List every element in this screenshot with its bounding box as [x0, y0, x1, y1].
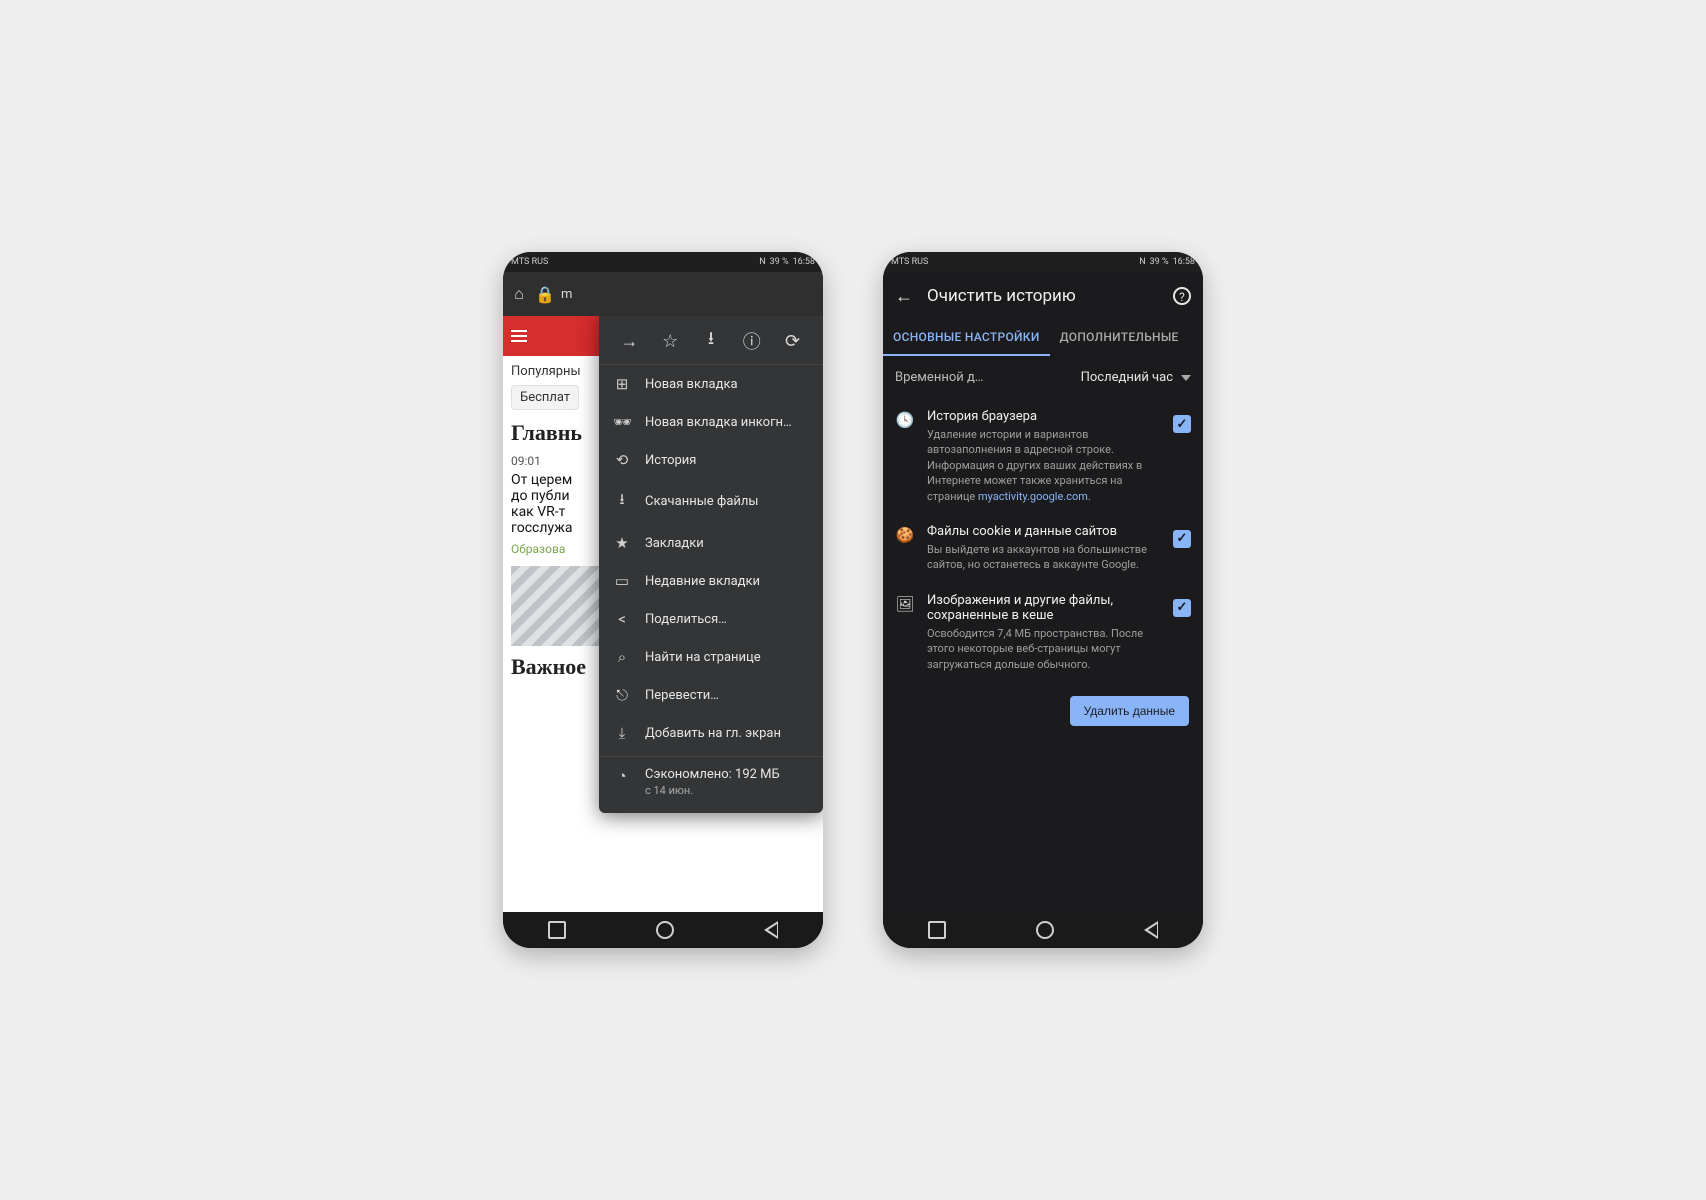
data-saver-icon: ◔	[613, 767, 631, 785]
menu-item-share[interactable]: < Поделиться…	[599, 600, 823, 638]
option-title: Файлы cookie и данные сайтов	[927, 524, 1161, 539]
nav-recent-icon[interactable]	[548, 921, 566, 939]
checkbox[interactable]	[1173, 415, 1191, 433]
clock-icon: 🕓	[895, 411, 915, 429]
screen-left: ⌂ 🔒 m Популярны Бесплат Главнь 09:01	[503, 272, 823, 912]
menu-item-incognito[interactable]: 🕶 Новая вкладка инкогн…	[599, 403, 823, 441]
star-icon[interactable]: ☆	[660, 331, 680, 352]
option-cache[interactable]: 🖼 Изображения и другие файлы, сохраненны…	[883, 583, 1203, 682]
home-icon[interactable]: ⌂	[509, 284, 529, 304]
phone-left: MTS RUS N 39 % 16:58 ⌂ 🔒 m	[503, 252, 823, 948]
time-range-text: Последний час	[1081, 370, 1173, 385]
find-icon: ⌕	[613, 648, 631, 666]
menu-item-history[interactable]: ⟲ История	[599, 441, 823, 479]
plus-box-icon: ⊞	[613, 375, 631, 393]
download-icon[interactable]: ⭳	[701, 326, 721, 356]
star-filled-icon: ★	[613, 534, 631, 552]
share-icon: <	[613, 610, 631, 628]
nav-home-icon[interactable]	[1036, 921, 1054, 939]
cookie-icon: 🍪	[895, 526, 915, 544]
tab-bar: ОСНОВНЫЕ НАСТРОЙКИ ДОПОЛНИТЕЛЬНЫЕ	[883, 320, 1203, 356]
download-icon: ⭳	[613, 489, 631, 514]
menu-item-bookmarks[interactable]: ★ Закладки	[599, 524, 823, 562]
checkbox[interactable]	[1173, 530, 1191, 548]
tab-advanced[interactable]: ДОПОЛНИТЕЛЬНЫЕ	[1050, 320, 1189, 356]
menu-label: Новая вкладка инкогн…	[645, 415, 792, 430]
menu-label: Перевести…	[645, 688, 719, 703]
menu-label: Поделиться…	[645, 612, 727, 627]
option-desc: Удаление истории и вариантов автозаполне…	[927, 427, 1161, 504]
menu-label: История	[645, 453, 696, 468]
nav-bar	[883, 912, 1203, 948]
delete-data-button[interactable]: Удалить данные	[1070, 696, 1189, 726]
phone-right: MTS RUS N 39 % 16:58 ← Очистить историю …	[883, 252, 1203, 948]
menu-item-downloads[interactable]: ⭳ Скачанные файлы	[599, 479, 823, 524]
nav-back-icon[interactable]	[1144, 921, 1158, 939]
option-title: История браузера	[927, 409, 1161, 424]
incognito-icon: 🕶	[613, 413, 631, 431]
devices-icon: ▭	[613, 572, 631, 590]
nfc-icon: N	[1139, 257, 1145, 267]
add-home-icon: ⤓	[613, 724, 631, 742]
nav-home-icon[interactable]	[656, 921, 674, 939]
clock-label: 16:58	[1173, 257, 1195, 267]
menu-item-add-homescreen[interactable]: ⤓ Добавить на гл. экран	[599, 714, 823, 752]
checkbox[interactable]	[1173, 599, 1191, 617]
option-desc: Освободится 7,4 МБ пространства. После э…	[927, 626, 1161, 672]
menu-item-new-tab[interactable]: ⊞ Новая вкладка	[599, 365, 823, 403]
status-bar: MTS RUS N 39 % 16:58	[503, 252, 823, 272]
data-saved-title: Сэкономлено: 192 МБ	[645, 767, 780, 782]
data-saved-sub: с 14 июн.	[645, 784, 693, 797]
menu-label: Скачанные файлы	[645, 494, 759, 509]
page-title: Очистить историю	[927, 286, 1159, 306]
menu-item-find[interactable]: ⌕ Найти на странице	[599, 638, 823, 676]
tab-basic[interactable]: ОСНОВНЫЕ НАСТРОЙКИ	[883, 320, 1050, 356]
history-icon: ⟲	[613, 451, 631, 469]
status-bar: MTS RUS N 39 % 16:58	[883, 252, 1203, 272]
nav-recent-icon[interactable]	[928, 921, 946, 939]
menu-label: Добавить на гл. экран	[645, 726, 781, 741]
carrier-label: MTS RUS	[891, 257, 928, 267]
forward-icon[interactable]: →	[619, 331, 639, 352]
help-icon[interactable]: ?	[1173, 287, 1191, 305]
menu-label: Закладки	[645, 536, 704, 551]
lock-icon: 🔒	[535, 285, 555, 304]
chip-item[interactable]: Бесплат	[511, 385, 579, 410]
time-range-label: Временной д…	[895, 370, 984, 385]
screen-right: ← Очистить историю ? ОСНОВНЫЕ НАСТРОЙКИ …	[883, 272, 1203, 912]
overflow-menu: → ☆ ⭳ ⓘ ⟳ ⊞ Новая вкладка 🕶 Новая вкладка …	[599, 312, 823, 813]
option-browser-history[interactable]: 🕓 История браузера Удаление истории и ва…	[883, 399, 1203, 514]
title-bar: ← Очистить историю ?	[883, 272, 1203, 320]
info-icon[interactable]: ⓘ	[742, 328, 762, 354]
menu-item-recent-tabs[interactable]: ▭ Недавние вкладки	[599, 562, 823, 600]
translate-icon: ⎋	[613, 686, 631, 704]
back-arrow-icon[interactable]: ←	[895, 286, 913, 307]
battery-label: 39 %	[770, 257, 789, 267]
option-cookies[interactable]: 🍪 Файлы cookie и данные сайтов Вы выйдет…	[883, 514, 1203, 583]
time-range-row[interactable]: Временной д… Последний час	[883, 356, 1203, 399]
reload-icon[interactable]: ⟳	[783, 331, 803, 352]
menu-label: Найти на странице	[645, 650, 761, 665]
option-title: Изображения и другие файлы, сохраненные …	[927, 593, 1161, 623]
menu-icon-row: → ☆ ⭳ ⓘ ⟳	[599, 318, 823, 365]
nav-back-icon[interactable]	[764, 921, 778, 939]
menu-label: Недавние вкладки	[645, 574, 760, 589]
url-fragment[interactable]: m	[561, 287, 572, 302]
image-icon: 🖼	[895, 595, 915, 613]
hamburger-icon[interactable]	[511, 330, 527, 342]
menu-item-data-saved[interactable]: ◔ Сэкономлено: 192 МБ с 14 июн.	[599, 756, 823, 807]
menu-label: Новая вкладка	[645, 377, 738, 392]
browser-toolbar: ⌂ 🔒 m	[503, 272, 823, 316]
chevron-down-icon	[1181, 375, 1191, 381]
battery-label: 39 %	[1150, 257, 1169, 267]
myactivity-link[interactable]: myactivity.google.com	[978, 490, 1088, 503]
chip-label: Популярны	[511, 364, 581, 379]
time-range-value[interactable]: Последний час	[1081, 370, 1191, 385]
nfc-icon: N	[759, 257, 765, 267]
menu-item-translate[interactable]: ⎋ Перевести…	[599, 676, 823, 714]
carrier-label: MTS RUS	[511, 257, 548, 267]
option-desc: Вы выйдете из аккаунтов на большинстве с…	[927, 542, 1161, 573]
nav-bar	[503, 912, 823, 948]
clock-label: 16:58	[793, 257, 815, 267]
